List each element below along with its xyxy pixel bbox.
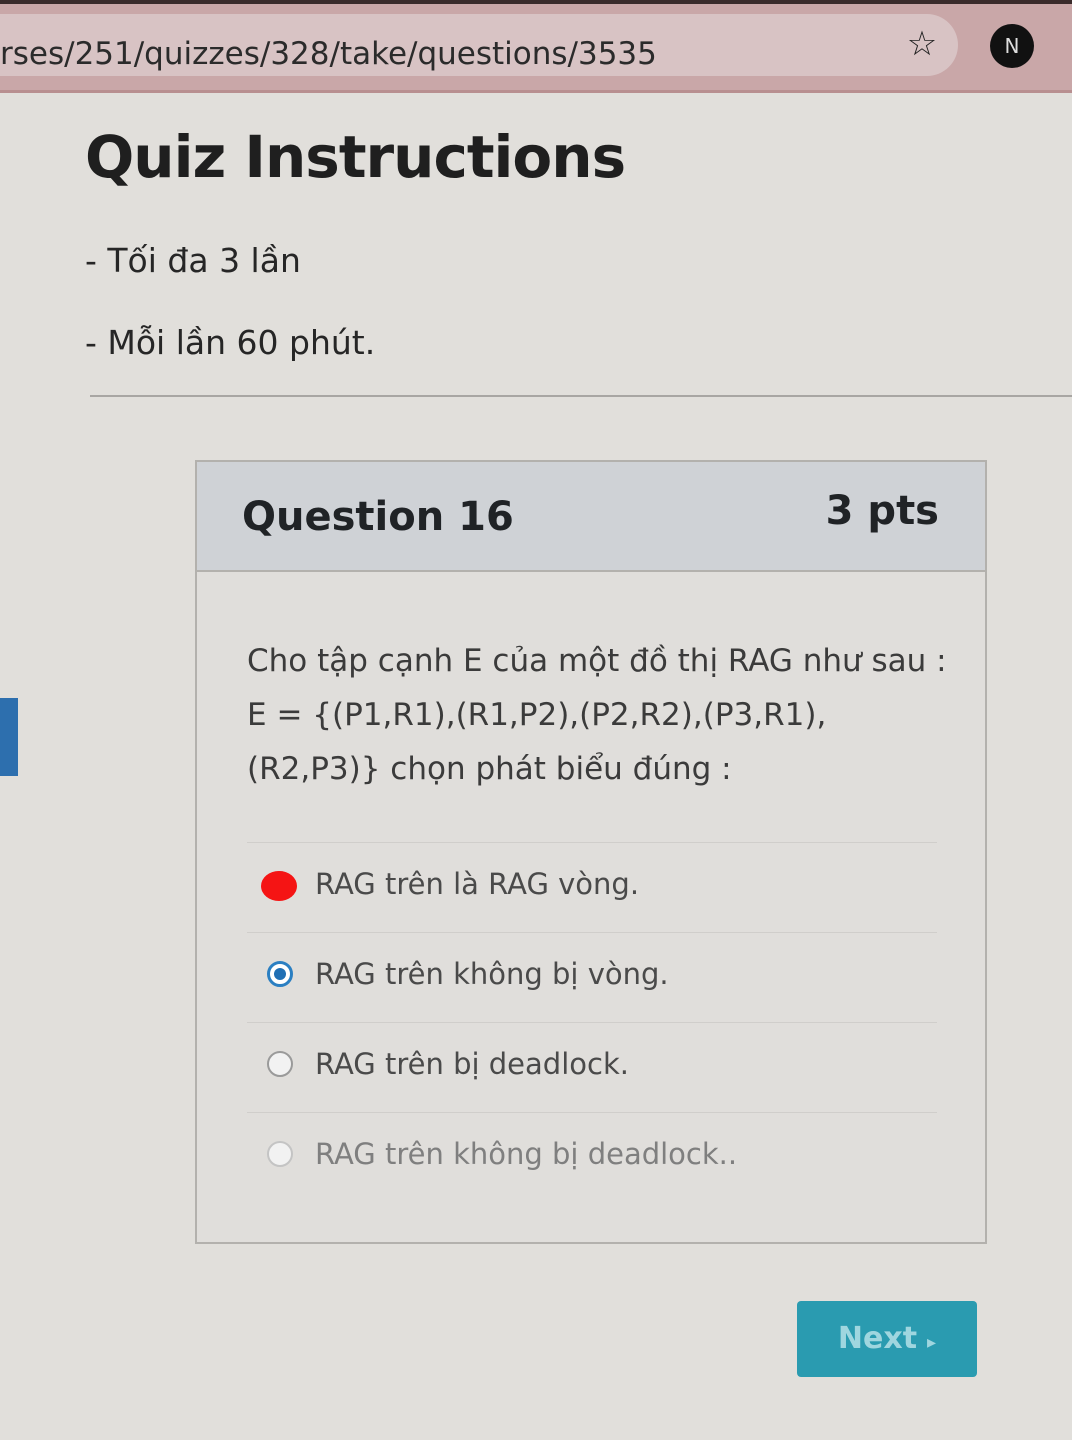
answer-label[interactable]: RAG trên là RAG vòng.	[315, 867, 639, 901]
next-button[interactable]: Next ▸	[797, 1301, 977, 1377]
question-text: Cho tập cạnh E của một đồ thị RAG như sa…	[247, 643, 947, 787]
left-edge-tab[interactable]	[0, 698, 18, 776]
section-divider	[90, 395, 1072, 397]
answer-option-4[interactable]: RAG trên không bị deadlock..	[247, 1112, 937, 1202]
bookmark-star-icon[interactable]: ☆	[902, 24, 942, 64]
url-text[interactable]: rses/251/quizzes/328/take/questions/3535	[0, 36, 657, 72]
answer-option-3[interactable]: RAG trên bị deadlock.	[247, 1022, 937, 1112]
instruction-attempts: - Tối đa 3 lần	[85, 241, 301, 280]
question-header: Question 16 3 pts	[197, 462, 985, 572]
radio-button-selected[interactable]	[267, 961, 293, 987]
answer-label[interactable]: RAG trên không bị vòng.	[315, 957, 669, 991]
page-title: Quiz Instructions	[85, 123, 626, 191]
answer-list: RAG trên là RAG vòng. RAG trên không bị …	[247, 842, 937, 1202]
question-number: Question 16	[242, 494, 514, 540]
radio-button[interactable]	[267, 1051, 293, 1077]
answer-option-1[interactable]: RAG trên là RAG vòng.	[247, 842, 937, 932]
answer-option-2[interactable]: RAG trên không bị vòng.	[247, 932, 937, 1022]
question-points: 3 pts	[825, 488, 939, 534]
red-dot-annotation	[261, 871, 297, 901]
instruction-time-limit: - Mỗi lần 60 phút.	[85, 323, 376, 362]
next-arrow-icon: ▸	[927, 1332, 937, 1353]
profile-avatar[interactable]: N	[990, 24, 1034, 68]
answer-label[interactable]: RAG trên không bị deadlock..	[315, 1137, 737, 1171]
radio-button[interactable]	[267, 1141, 293, 1167]
question-card: Question 16 3 pts Cho tập cạnh E của một…	[195, 460, 987, 1244]
next-button-label: Next	[837, 1321, 918, 1356]
browser-address-bar: rses/251/quizzes/328/take/questions/3535…	[0, 4, 1072, 93]
quiz-page: Quiz Instructions - Tối đa 3 lần - Mỗi l…	[0, 93, 1072, 1440]
url-field[interactable]: rses/251/quizzes/328/take/questions/3535	[0, 14, 958, 76]
answer-label[interactable]: RAG trên bị deadlock.	[315, 1047, 629, 1081]
